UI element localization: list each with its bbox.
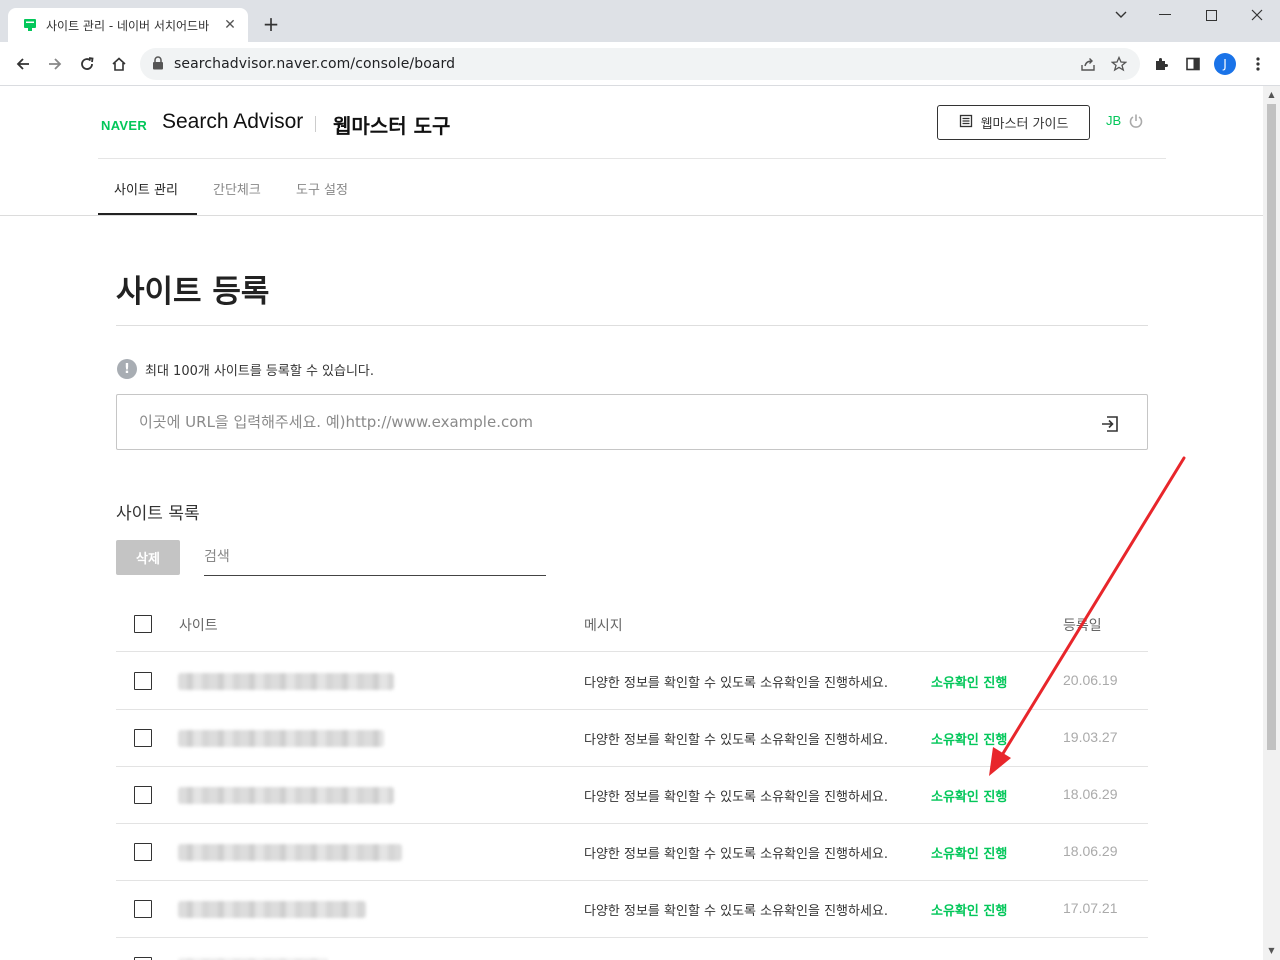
row-message: 다양한 정보를 확인할 수 있도록 소유확인을 진행하세요.: [584, 790, 889, 805]
url-input[interactable]: [139, 410, 1079, 434]
address-bar[interactable]: searchadvisor.naver.com/console/board: [140, 48, 1140, 80]
site-url-redacted[interactable]: [178, 844, 402, 861]
new-tab-button[interactable]: +: [260, 14, 282, 36]
lock-icon: [152, 55, 164, 74]
app-name[interactable]: Search Advisor: [162, 110, 303, 134]
tab-title: 사이트 관리 - 네이버 서치어드바: [46, 18, 210, 33]
tab-search-icon[interactable]: [1098, 0, 1144, 30]
column-site: 사이트: [179, 618, 218, 634]
url-input-box: [116, 394, 1148, 450]
header-divider: [315, 116, 316, 132]
browser-menu-icon[interactable]: [1246, 52, 1270, 76]
page-title: 사이트 등록: [116, 274, 270, 310]
submit-login-icon[interactable]: [1099, 413, 1121, 435]
logout-power-icon[interactable]: [1128, 113, 1144, 129]
verify-ownership-link[interactable]: 소유확인 진행: [931, 672, 1007, 691]
verify-ownership-link[interactable]: 소유확인 진행: [931, 786, 1007, 805]
column-date: 등록일: [1063, 618, 1102, 634]
table-row: 다양한 정보를 확인할 수 있도록 소유확인을 진행하세요. 소유확인 진행 1…: [116, 881, 1148, 938]
extensions-puzzle-icon[interactable]: [1149, 52, 1173, 76]
row-date: 19.03.27: [1063, 729, 1118, 745]
close-window-button[interactable]: [1234, 0, 1280, 30]
info-icon: !: [117, 359, 137, 379]
browser-toolbar: searchadvisor.naver.com/console/board J: [0, 42, 1280, 86]
search-input[interactable]: [204, 540, 544, 574]
page-content: NAVER Search Advisor 웹마스터 도구 웹마스터 가이드 JB…: [0, 86, 1263, 960]
site-url-redacted[interactable]: [178, 787, 394, 804]
url-text: searchadvisor.naver.com/console/board: [174, 56, 456, 72]
bookmark-star-icon[interactable]: [1109, 54, 1129, 74]
verify-ownership-link[interactable]: 소유확인 진행: [931, 900, 1007, 919]
table-row: 다양한 정보를 확인할 수 있도록 소유확인을 진행하세요. 소유확인 진행 2…: [116, 653, 1148, 710]
select-all-checkbox[interactable]: [134, 615, 152, 633]
row-date: 17.07.21: [1063, 900, 1118, 916]
tab-strip: 사이트 관리 - 네이버 서치어드바 ✕ +: [0, 0, 1280, 42]
header-divider-line: [98, 158, 1166, 159]
site-url-redacted[interactable]: [178, 730, 384, 747]
minimize-button[interactable]: [1142, 0, 1188, 30]
row-message: 다양한 정보를 확인할 수 있도록 소유확인을 진행하세요.: [584, 847, 889, 862]
column-message: 메시지: [584, 618, 623, 634]
title-divider: [116, 325, 1148, 326]
verify-ownership-link[interactable]: 소유확인 진행: [931, 843, 1007, 862]
row-date: 20.06.19: [1063, 672, 1118, 688]
reload-icon[interactable]: [75, 52, 99, 76]
scroll-down-arrow-icon[interactable]: ▼: [1267, 946, 1276, 956]
table-row: [116, 938, 1148, 960]
search-field: [204, 540, 546, 576]
user-id[interactable]: JB: [1106, 113, 1121, 128]
row-message: 다양한 정보를 확인할 수 있도록 소유확인을 진행하세요.: [584, 904, 889, 919]
row-checkbox[interactable]: [134, 843, 152, 861]
row-checkbox[interactable]: [134, 729, 152, 747]
scroll-up-arrow-icon[interactable]: ▲: [1267, 90, 1276, 100]
info-notice: ! 최대 100개 사이트를 등록할 수 있습니다.: [117, 359, 374, 379]
row-date: 18.06.29: [1063, 843, 1118, 859]
row-checkbox[interactable]: [134, 786, 152, 804]
document-icon: [959, 114, 973, 132]
tab-tool-settings[interactable]: 도구 설정: [296, 179, 348, 198]
guide-button-label: 웹마스터 가이드: [980, 117, 1069, 132]
site-url-redacted[interactable]: [178, 901, 366, 918]
table-row: 다양한 정보를 확인할 수 있도록 소유확인을 진행하세요. 소유확인 진행 1…: [116, 767, 1148, 824]
webmaster-guide-button[interactable]: 웹마스터 가이드: [937, 105, 1090, 140]
home-icon[interactable]: [107, 52, 131, 76]
row-message: 다양한 정보를 확인할 수 있도록 소유확인을 진행하세요.: [584, 733, 889, 748]
tool-name: 웹마스터 도구: [333, 114, 451, 138]
back-arrow-icon[interactable]: [11, 52, 35, 76]
site-list-title: 사이트 목록: [116, 504, 200, 524]
tab-site-management[interactable]: 사이트 관리: [114, 179, 178, 198]
scrollbar-thumb[interactable]: [1267, 104, 1276, 750]
row-date: 18.06.29: [1063, 786, 1118, 802]
table-header: 사이트 메시지 등록일: [116, 596, 1148, 652]
delete-button[interactable]: 삭제: [116, 540, 180, 575]
row-message: 다양한 정보를 확인할 수 있도록 소유확인을 진행하세요.: [584, 676, 889, 691]
info-text: 최대 100개 사이트를 등록할 수 있습니다.: [145, 363, 375, 379]
table-row: 다양한 정보를 확인할 수 있도록 소유확인을 진행하세요. 소유확인 진행 1…: [116, 824, 1148, 881]
page-scrollbar[interactable]: ▲ ▼: [1263, 86, 1280, 960]
side-panel-icon[interactable]: [1181, 52, 1205, 76]
profile-avatar[interactable]: J: [1214, 53, 1236, 75]
naver-favicon-icon: [22, 17, 38, 33]
naver-logo[interactable]: NAVER: [101, 118, 147, 133]
tab-close-icon[interactable]: ✕: [222, 17, 238, 33]
verify-ownership-link[interactable]: 소유확인 진행: [931, 729, 1007, 748]
share-icon[interactable]: [1078, 54, 1098, 74]
row-checkbox[interactable]: [134, 672, 152, 690]
forward-arrow-icon[interactable]: [43, 52, 67, 76]
maximize-button[interactable]: [1188, 0, 1234, 30]
row-checkbox[interactable]: [134, 900, 152, 918]
table-row: 다양한 정보를 확인할 수 있도록 소유확인을 진행하세요. 소유확인 진행 1…: [116, 710, 1148, 767]
browser-tab[interactable]: 사이트 관리 - 네이버 서치어드바 ✕: [8, 8, 248, 42]
site-url-redacted[interactable]: [178, 673, 394, 690]
nav-divider: [0, 215, 1263, 216]
tab-simple-check[interactable]: 간단체크: [213, 179, 261, 198]
